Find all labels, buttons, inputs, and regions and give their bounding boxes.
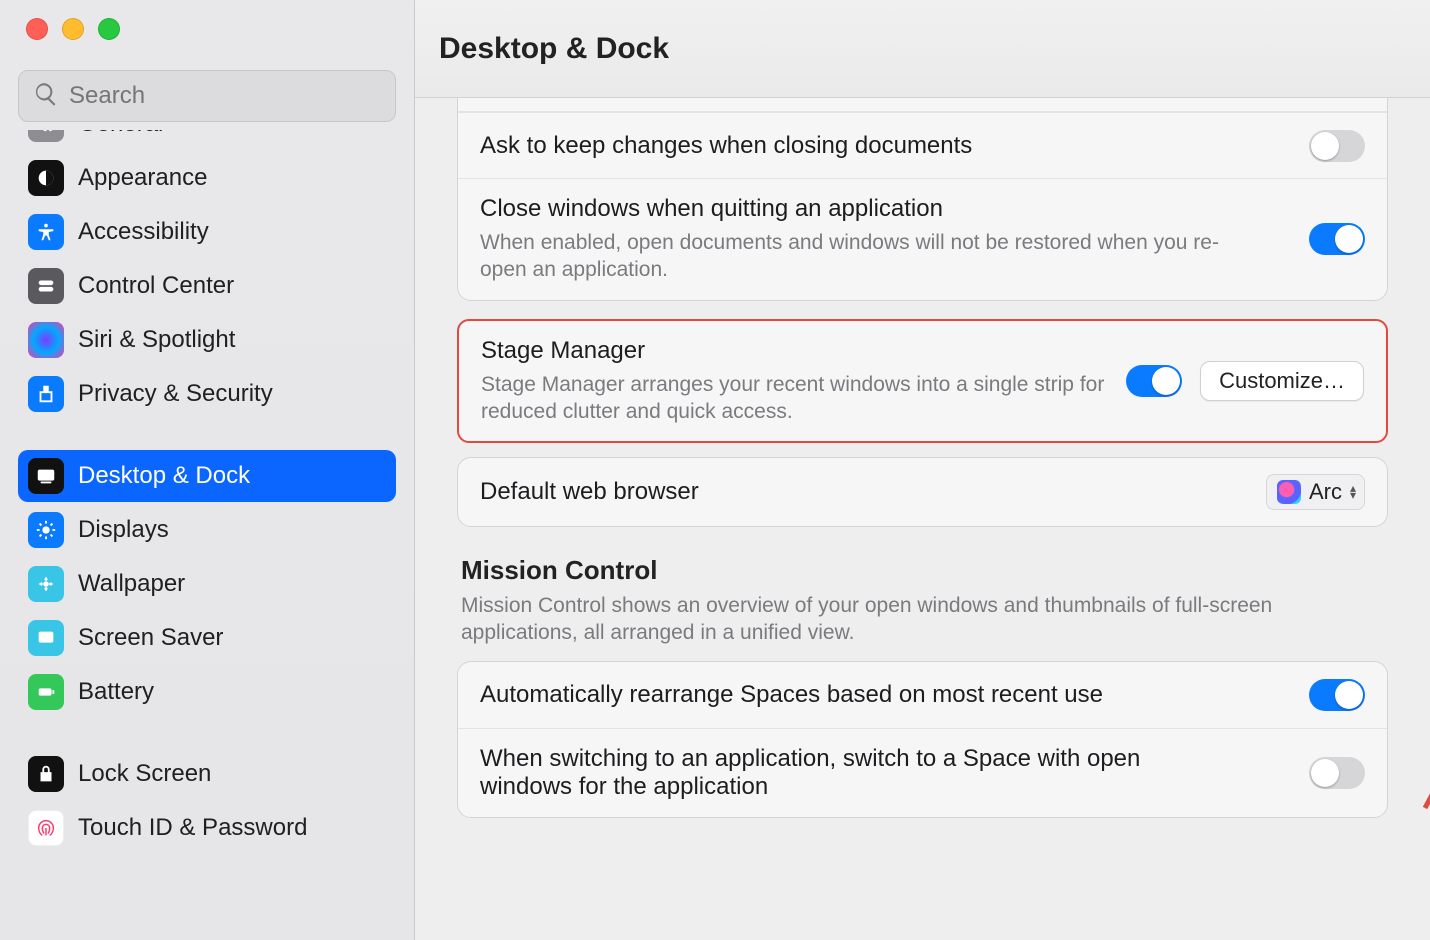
mission-control-desc: Mission Control shows an overview of you… — [461, 592, 1384, 647]
gear-icon — [28, 130, 64, 142]
label: Automatically rearrange Spaces based on … — [480, 681, 1103, 709]
sidebar-item-displays[interactable]: Displays — [18, 504, 396, 556]
sidebar-label: Displays — [78, 516, 169, 544]
wallpaper-icon — [28, 566, 64, 602]
toggle-ask-keep-changes[interactable] — [1309, 130, 1365, 162]
sidebar-label: General — [78, 130, 163, 138]
row-auto-rearrange-spaces: Automatically rearrange Spaces based on … — [458, 662, 1387, 728]
toggle-close-windows-quit[interactable] — [1309, 223, 1365, 255]
sidebar-label: Wallpaper — [78, 570, 185, 598]
search-input[interactable] — [69, 82, 381, 110]
description: When enabled, open documents and windows… — [480, 229, 1220, 284]
sidebar-label: Battery — [78, 678, 154, 706]
row-close-windows-quit: Close windows when quitting an applicati… — [458, 178, 1387, 300]
toggle-switch-to-space[interactable] — [1309, 757, 1365, 789]
sidebar-item-control-center[interactable]: Control Center — [18, 260, 396, 312]
sidebar-label: Lock Screen — [78, 760, 211, 788]
customize-stage-manager-button[interactable]: Customize… — [1200, 361, 1364, 401]
row-default-browser: Default web browser Arc ▴▾ — [458, 458, 1387, 526]
search-field[interactable] — [18, 70, 396, 122]
label: Stage Manager — [481, 337, 1126, 365]
lock-icon — [28, 756, 64, 792]
sidebar-label: Accessibility — [78, 218, 209, 246]
sidebar-item-battery[interactable]: Battery — [18, 666, 396, 718]
sidebar-item-lock-screen[interactable]: Lock Screen — [18, 748, 396, 800]
system-settings-window: General Appearance Accessibility Control… — [0, 0, 1430, 940]
row-stage-manager: Stage Manager Stage Manager arranges you… — [459, 321, 1386, 442]
control-center-icon — [28, 268, 64, 304]
sidebar-item-touch-id-password[interactable]: Touch ID & Password — [18, 802, 396, 854]
row-switch-to-space: When switching to an application, switch… — [458, 728, 1387, 817]
sidebar-item-appearance[interactable]: Appearance — [18, 152, 396, 204]
sidebar-item-desktop-dock[interactable]: Desktop & Dock — [18, 450, 396, 502]
siri-icon — [28, 322, 64, 358]
sidebar-label: Desktop & Dock — [78, 462, 250, 490]
description: Stage Manager arranges your recent windo… — [481, 371, 1126, 426]
default-browser-value: Arc — [1309, 479, 1342, 505]
row-ask-keep-changes: Ask to keep changes when closing documen… — [458, 112, 1387, 178]
sidebar-item-accessibility[interactable]: Accessibility — [18, 206, 396, 258]
sidebar-item-siri-spotlight[interactable]: Siri & Spotlight — [18, 314, 396, 366]
mission-control-section: Mission Control Mission Control shows an… — [457, 555, 1388, 647]
zoom-window-button[interactable] — [98, 18, 120, 40]
accessibility-icon — [28, 214, 64, 250]
close-window-button[interactable] — [26, 18, 48, 40]
mission-control-heading: Mission Control — [461, 555, 1384, 586]
sidebar-item-screen-saver[interactable]: Screen Saver — [18, 612, 396, 664]
touchid-icon — [28, 810, 64, 846]
appearance-icon — [28, 160, 64, 196]
toggle-auto-rearrange-spaces[interactable] — [1309, 679, 1365, 711]
label: Default web browser — [480, 478, 699, 506]
settings-body: Ask to keep changes when closing documen… — [415, 98, 1430, 940]
sidebar-item-general[interactable]: General — [18, 130, 396, 150]
dock-icon — [28, 458, 64, 494]
sidebar-label: Siri & Spotlight — [78, 326, 235, 354]
screen-saver-icon — [28, 620, 64, 656]
content-pane: Desktop & Dock Ask to keep changes when … — [415, 0, 1430, 940]
label: When switching to an application, switch… — [480, 745, 1220, 801]
default-browser-group: Default web browser Arc ▴▾ — [457, 457, 1388, 527]
pane-title-text: Desktop & Dock — [439, 32, 669, 66]
chevron-updown-icon: ▴▾ — [1350, 485, 1356, 499]
label: Close windows when quitting an applicati… — [480, 195, 1220, 223]
sidebar-nav: General Appearance Accessibility Control… — [0, 130, 414, 854]
pane-title: Desktop & Dock — [415, 0, 1430, 98]
privacy-icon — [28, 376, 64, 412]
mission-control-group: Automatically rearrange Spaces based on … — [457, 661, 1388, 818]
toggle-stage-manager[interactable] — [1126, 365, 1182, 397]
sidebar-label: Appearance — [78, 164, 207, 192]
sidebar-label: Control Center — [78, 272, 234, 300]
search-icon — [33, 81, 59, 112]
sidebar-item-wallpaper[interactable]: Wallpaper — [18, 558, 396, 610]
sidebar-label: Touch ID & Password — [78, 814, 307, 842]
arc-app-icon — [1277, 480, 1301, 504]
documents-group: Ask to keep changes when closing documen… — [457, 98, 1388, 301]
default-browser-popup[interactable]: Arc ▴▾ — [1266, 474, 1365, 510]
battery-icon — [28, 674, 64, 710]
displays-icon — [28, 512, 64, 548]
stage-manager-group-highlight: Stage Manager Stage Manager arranges you… — [457, 319, 1388, 444]
sidebar-label: Screen Saver — [78, 624, 223, 652]
sidebar: General Appearance Accessibility Control… — [0, 0, 415, 940]
sidebar-item-privacy-security[interactable]: Privacy & Security — [18, 368, 396, 420]
label: Ask to keep changes when closing documen… — [480, 132, 972, 160]
minimize-window-button[interactable] — [62, 18, 84, 40]
sidebar-label: Privacy & Security — [78, 380, 273, 408]
window-controls — [0, 18, 414, 40]
partial-row-prefer-tabs — [458, 98, 1387, 112]
